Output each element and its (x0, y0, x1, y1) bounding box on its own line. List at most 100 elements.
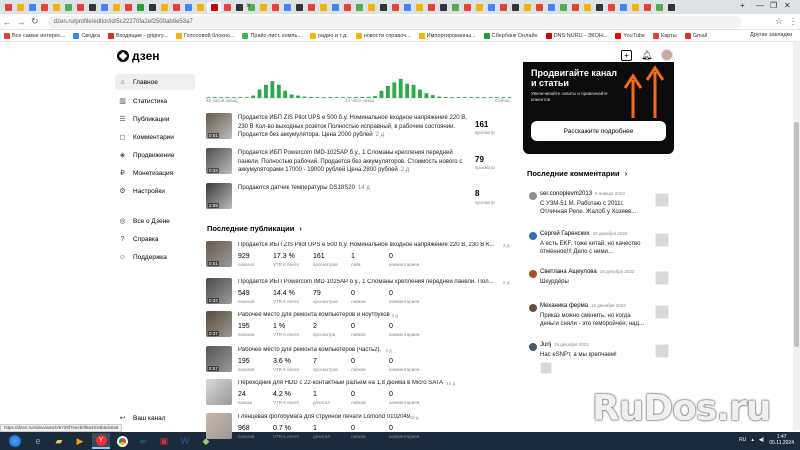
reload-icon[interactable]: ↻ (28, 16, 42, 27)
comment-text[interactable]: Шкурдёры (540, 278, 648, 286)
comment-publication-thumbnail[interactable] (655, 193, 669, 207)
commenter-avatar[interactable] (529, 232, 537, 240)
minimize-icon[interactable]: — (756, 1, 764, 10)
ie-icon[interactable]: e (29, 433, 47, 449)
language-indicator[interactable]: RU (739, 437, 746, 443)
browser-tab[interactable] (402, 2, 413, 13)
browser-tab[interactable] (222, 2, 233, 13)
sidebar-item-gear[interactable]: ⚙ Настройки (115, 183, 195, 199)
browser-tab[interactable] (546, 2, 557, 13)
browser-tab[interactable] (318, 2, 329, 13)
sidebar-item-support[interactable]: ☺ Поддержка (115, 249, 195, 265)
bookmark-item[interactable]: новости справоч... (355, 32, 411, 39)
publication-thumbnail[interactable]: 0:33 (206, 148, 232, 174)
sidebar-item-money[interactable]: ₽ Монетизация (115, 165, 195, 181)
chrome-icon[interactable] (113, 433, 131, 449)
browser-tab[interactable] (582, 2, 593, 13)
bookmark-star-icon[interactable]: ☆ (772, 16, 786, 27)
comment-text[interactable]: А есть EKF. тоже китай, но качество отме… (540, 240, 648, 256)
browser-tab[interactable] (426, 2, 437, 13)
publication-text[interactable]: Продается ИБП ZIS Pilot UPS e 500 б.у. Н… (238, 114, 470, 140)
bookmark-item[interactable]: Все самое интерес... (4, 32, 65, 39)
browser-tab[interactable] (654, 2, 665, 13)
yandex-browser-icon[interactable]: Y (92, 433, 110, 449)
publication-title[interactable]: Продается ИБП ZIS Pilot UPS e 500 б.у. Н… (238, 242, 494, 248)
browser-tab[interactable] (99, 2, 110, 13)
new-tab-icon[interactable]: + (740, 1, 745, 10)
close-window-icon[interactable]: ✕ (784, 1, 791, 10)
recent-publications-header[interactable]: Последние публикации › (207, 224, 302, 233)
sidebar-item-comments[interactable]: ◻ Комментарии (115, 129, 195, 145)
browser-tab[interactable] (342, 2, 353, 13)
bookmark-item[interactable]: Входящие - grigory... (107, 32, 168, 39)
bookmark-item[interactable]: Gmail (684, 32, 707, 39)
sidebar-item-help[interactable]: ? Справка (115, 231, 195, 247)
browser-tab[interactable] (147, 2, 158, 13)
dzen-logo[interactable]: дзен (117, 49, 160, 63)
commenter-avatar[interactable] (529, 304, 537, 312)
menu-icon[interactable]: ⋮ (786, 16, 800, 27)
plus-icon[interactable]: + (621, 50, 632, 61)
commenter-name[interactable]: Светлана Ащеулова 18 декабря 2022 (540, 269, 634, 275)
bookmark-item[interactable]: DNS:NURU - ЭКОН... (545, 32, 607, 39)
bookmark-item[interactable]: Карты (653, 32, 677, 39)
commenter-avatar[interactable] (529, 192, 537, 200)
browser-tab[interactable] (630, 2, 641, 13)
sidebar-item-channel[interactable]: ↩ Ваш канал (115, 410, 195, 426)
avatar[interactable] (661, 49, 673, 61)
arduino-icon[interactable]: ∞ (134, 433, 152, 449)
back-icon[interactable]: ← (0, 17, 14, 27)
browser-tab[interactable] (378, 2, 389, 13)
browser-tab[interactable] (159, 2, 170, 13)
network-icon[interactable]: ▴ (751, 437, 754, 443)
browser-tab[interactable] (195, 2, 206, 13)
browser-tab[interactable] (63, 2, 74, 13)
browser-tab[interactable] (270, 2, 281, 13)
comment-text[interactable]: Нас eSNPт, а мы крепчаем! (540, 351, 648, 359)
browser-tab[interactable] (498, 2, 509, 13)
bookmark-item[interactable]: Голосовой блокно... (175, 32, 234, 39)
comment-text[interactable]: С УЗМ-51 М. Работаю с 2011г. Отличная Ре… (540, 200, 648, 216)
other-bookmarks[interactable]: Другие закладки (750, 32, 792, 38)
browser-tab[interactable] (642, 2, 653, 13)
folder-icon[interactable]: ▰ (50, 433, 68, 449)
url-bar[interactable]: dzen.ru/profile/editor/id/5c22270fa2ef25… (47, 15, 743, 28)
browser-tab[interactable] (171, 2, 182, 13)
recent-comments-header[interactable]: Последние комментарии › (527, 169, 627, 178)
comment-publication-thumbnail[interactable] (655, 271, 669, 285)
publication-title[interactable]: Глянцевая фотобумага для струйной печати… (238, 414, 410, 420)
publication-title[interactable]: Продается ИБП Powercom IMD-1025AP б.у., … (238, 279, 494, 285)
publication-thumbnail[interactable]: 0:33 (206, 278, 232, 304)
commenter-name[interactable]: Сергей Гаренских 28 декабря 2022 (540, 231, 627, 237)
browser-tab[interactable] (27, 2, 38, 13)
tab-close-icon[interactable]: × (246, 1, 251, 10)
start-icon[interactable] (4, 433, 26, 449)
bookmark-item[interactable]: YouTube (615, 32, 645, 39)
publication-text[interactable]: Продаются датчик температуры DS18S20 14 д (238, 184, 470, 193)
commenter-avatar[interactable] (529, 270, 537, 278)
browser-tab[interactable] (474, 2, 485, 13)
browser-tab[interactable] (462, 2, 473, 13)
browser-tab[interactable] (330, 2, 341, 13)
browser-tab[interactable] (234, 2, 245, 13)
clock[interactable]: 1:47 05.11.2024 (769, 434, 794, 446)
browser-tab[interactable] (486, 2, 497, 13)
browser-tab[interactable] (306, 2, 317, 13)
browser-tab[interactable] (522, 2, 533, 13)
commenter-name[interactable]: Механика ферма 16 декабря 2022 (540, 303, 626, 309)
browser-tab[interactable] (438, 2, 449, 13)
browser-tab[interactable] (282, 2, 293, 13)
browser-tab[interactable] (366, 2, 377, 13)
browser-tab[interactable] (534, 2, 545, 13)
comment-publication-thumbnail[interactable] (655, 233, 669, 247)
browser-tab[interactable] (414, 2, 425, 13)
browser-tab[interactable] (87, 2, 98, 13)
browser-tab[interactable] (618, 2, 629, 13)
commenter-avatar[interactable] (529, 343, 537, 351)
sidebar-item-publications[interactable]: ☰ Публикации (115, 111, 195, 127)
publication-thumbnail[interactable]: 2:59 (206, 183, 232, 209)
sidebar-item-stats[interactable]: ▥ Статистика (115, 93, 195, 109)
browser-tab[interactable] (294, 2, 305, 13)
bookmark-item[interactable]: Сбербанк Онлайн (483, 32, 538, 39)
promo-button[interactable]: Расскажите подробнее (531, 121, 666, 141)
